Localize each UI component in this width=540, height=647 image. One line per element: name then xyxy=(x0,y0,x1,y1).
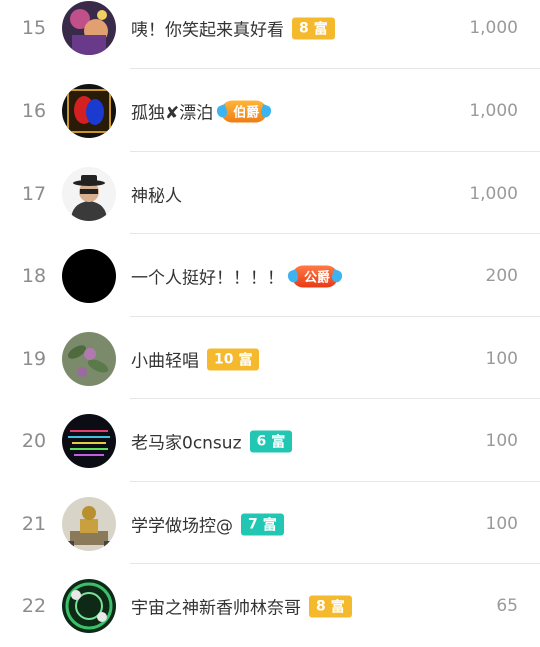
user-name: 宇宙之神新香帅林奈哥 xyxy=(131,598,301,619)
avatar[interactable] xyxy=(62,167,116,221)
rank-number: 16 xyxy=(21,100,47,122)
list-item[interactable]: 16 孤独✘漂泊 伯爵 1,000 xyxy=(0,70,540,152)
avatar[interactable] xyxy=(62,497,116,551)
rich-level-badge: 7富 xyxy=(241,513,284,535)
rich-level-badge: 8富 xyxy=(309,595,352,617)
avatar[interactable] xyxy=(62,414,116,468)
avatar[interactable] xyxy=(62,249,116,303)
rank-number: 15 xyxy=(21,17,47,39)
divider xyxy=(130,563,540,564)
user-name: 咦！你笑起来真好看 xyxy=(131,20,284,41)
score-value: 1,000 xyxy=(469,101,518,121)
avatar[interactable] xyxy=(62,1,116,55)
score-value: 1,000 xyxy=(469,184,518,204)
avatar[interactable] xyxy=(62,579,116,633)
user-name: 神秘人 xyxy=(131,186,182,207)
user-name: 孤独✘漂泊 xyxy=(131,103,214,124)
earl-title-badge: 伯爵 xyxy=(215,100,274,122)
divider xyxy=(130,481,540,482)
list-item[interactable]: 22 宇宙之神新香帅林奈哥 8富 65 xyxy=(0,565,540,647)
score-value: 200 xyxy=(485,266,518,286)
divider xyxy=(130,233,540,234)
list-item[interactable]: 18 一个人挺好！！！！ 公爵 200 xyxy=(0,235,540,317)
rank-number: 20 xyxy=(21,430,47,452)
avatar[interactable] xyxy=(62,84,116,138)
divider xyxy=(130,316,540,317)
list-item[interactable]: 20 老马家0cnsuz 6富 100 xyxy=(0,400,540,482)
score-value: 100 xyxy=(485,514,518,534)
rank-number: 21 xyxy=(21,513,47,535)
rich-level-badge: 8富 xyxy=(292,17,335,39)
divider xyxy=(130,68,540,69)
score-value: 1,000 xyxy=(469,18,518,38)
rank-number: 22 xyxy=(21,595,47,617)
divider xyxy=(130,398,540,399)
score-value: 65 xyxy=(496,596,518,616)
list-item[interactable]: 17 神秘人 1,000 xyxy=(0,153,540,235)
list-item[interactable]: 21 学学做场控@ 7富 100 xyxy=(0,483,540,565)
user-name: 学学做场控@ xyxy=(131,516,233,537)
list-item[interactable]: 15 咦！你笑起来真好看 8富 1,000 xyxy=(0,0,540,69)
rank-number: 17 xyxy=(21,183,47,205)
user-name: 一个人挺好！！！！ xyxy=(131,268,284,289)
user-name: 老马家0cnsuz xyxy=(131,433,242,454)
score-value: 100 xyxy=(485,349,518,369)
rank-number: 19 xyxy=(21,348,47,370)
list-item[interactable]: 19 小曲轻唱 10 富 100 xyxy=(0,318,540,400)
leaderboard-list: 15 咦！你笑起来真好看 8富 1,000 16 孤独✘漂泊 伯爵 1,000 … xyxy=(0,0,540,633)
divider xyxy=(130,151,540,152)
user-name: 小曲轻唱 xyxy=(131,351,199,372)
score-value: 100 xyxy=(485,431,518,451)
rich-level-badge: 10 富 xyxy=(207,348,260,370)
duke-title-badge: 公爵 xyxy=(286,265,344,287)
rich-level-badge: 6富 xyxy=(249,430,293,452)
avatar[interactable] xyxy=(62,332,116,386)
rank-number: 18 xyxy=(21,265,47,287)
